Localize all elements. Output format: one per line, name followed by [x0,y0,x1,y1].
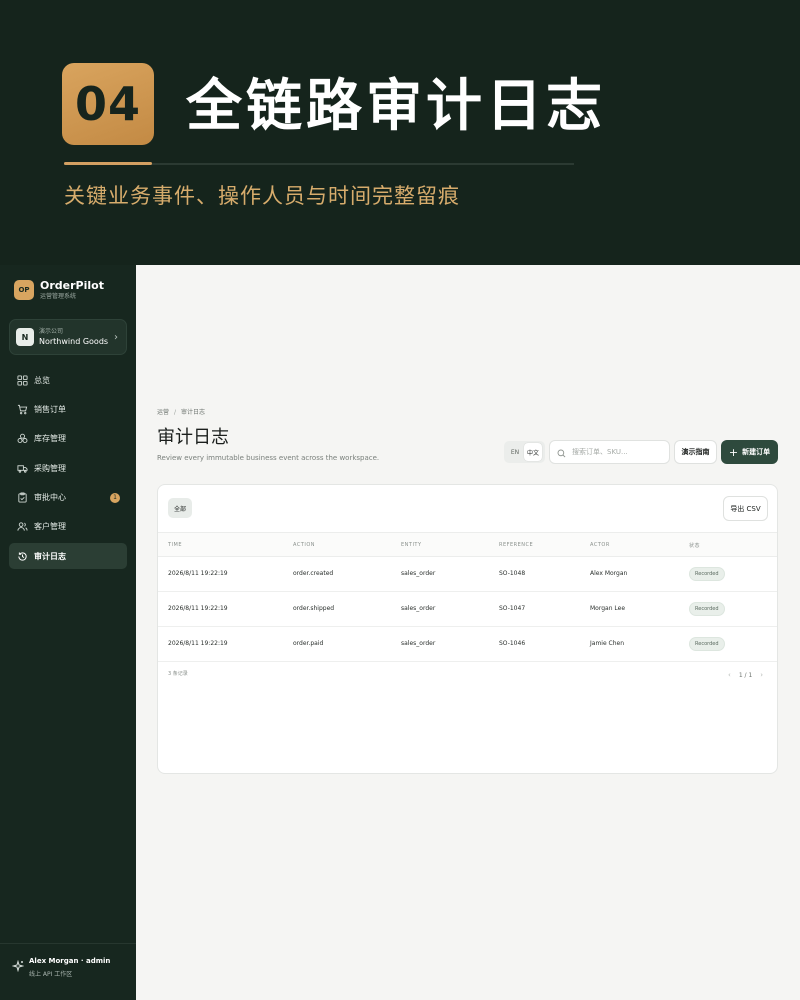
tenant-avatar: N [16,328,34,346]
cell-time: 2026/8/11 19:22:19 [168,640,228,647]
clipboard-icon [16,492,28,504]
sidebar-item-customers[interactable]: 客户管理 [9,514,127,540]
cell-reference: SO-1047 [499,605,526,612]
sparkle-icon [11,957,25,973]
approvals-count-badge: 1 [110,492,120,503]
breadcrumb-separator: / [174,409,177,416]
workspace-label: 线上 API 工作区 [29,971,73,978]
column-header-time: TIME [168,542,183,548]
pagination: ‹ 1 / 1 › [724,671,767,679]
main-content: 运营 / 审计日志 审计日志 Review every immutable busi… [136,265,800,1000]
tenant-label: 演示公司 [39,328,64,335]
hero-divider-accent [64,162,152,165]
search-box[interactable] [549,440,670,464]
cell-actor: Alex Morgan [590,570,628,577]
hero-number: 04 [74,77,141,131]
sidebar-item-label: 总览 [34,375,50,385]
sidebar-item-sales-orders[interactable]: 销售订单 [9,396,127,422]
breadcrumb: 运营 / 审计日志 [157,407,205,416]
export-csv-button[interactable]: 导出 CSV [723,496,768,521]
table-header: TIME ACTION ENTITY REFERENCE ACTOR 状态 [158,532,777,557]
breadcrumb-item-current: 审计日志 [181,409,206,416]
sidebar-item-inventory[interactable]: 库存管理 [9,426,127,452]
next-page-button[interactable]: › [760,671,763,679]
column-header-action: ACTION [293,542,316,548]
filter-chip-all[interactable]: 全部 [168,498,192,518]
sidebar-item-label: 库存管理 [34,434,66,444]
brand-subtitle: 运营管理系统 [40,293,77,300]
cell-reference: SO-1048 [499,570,526,577]
brand[interactable]: OP OrderPilot 运营管理系统 [14,279,104,301]
page-indicator: 1 / 1 [738,671,753,679]
cell-action: order.created [293,570,334,577]
cell-entity: sales_order [401,640,436,647]
new-order-button[interactable]: + 新建订单 [721,440,778,464]
language-toggle: EN 中文 [504,441,545,463]
table-row[interactable]: 2026/8/11 19:22:19 order.shipped sales_o… [158,592,777,627]
cell-reference: SO-1046 [499,640,526,647]
hero-subtitle: 关键业务事件、操作人员与时间完整留痕 [64,184,460,208]
lang-option-zh[interactable]: 中文 [524,443,542,461]
column-header-status: 状态 [689,543,701,549]
tenant-name: Northwind Goods [39,337,109,346]
sidebar: OP OrderPilot 运营管理系统 N 演示公司 Northwind Go… [0,265,136,1000]
sidebar-item-label: 客户管理 [34,522,66,532]
brand-logo: OP [14,280,34,300]
sidebar-item-label: 审批中心 [34,493,66,503]
plus-icon: + [728,445,739,459]
lang-option-en[interactable]: EN [506,443,524,461]
demo-guide-button[interactable]: 演示指南 [674,440,717,464]
dashboard-grid-icon [16,374,28,386]
column-header-entity: ENTITY [401,542,422,548]
column-header-reference: REFERENCE [499,542,534,548]
sidebar-item-audit-log[interactable]: 审计日志 [9,543,127,570]
page-description: Review every immutable business event ac… [157,454,380,462]
users-icon [16,521,28,533]
cell-actor: Morgan Lee [590,605,626,612]
cell-entity: sales_order [401,570,436,577]
truck-icon [16,462,28,474]
prev-page-button[interactable]: ‹ [728,671,731,679]
breadcrumb-item-ops[interactable]: 运营 [157,409,169,416]
new-order-label: 新建订单 [742,448,771,456]
search-input[interactable] [572,448,667,456]
page-title: 审计日志 [157,427,229,448]
sidebar-item-label: 采购管理 [34,463,66,473]
sidebar-item-label: 销售订单 [34,404,66,414]
user-footer[interactable]: Alex Morgan · admin 线上 API 工作区 [0,943,136,1000]
column-header-actor: ACTOR [590,542,610,548]
hero-title: 全链路审计日志 [186,74,606,139]
sidebar-item-approvals[interactable]: 审批中心 1 [9,485,127,511]
brand-name: OrderPilot [40,279,104,292]
sidebar-item-purchasing[interactable]: 采购管理 [9,455,127,481]
hero-banner: 04 全链路审计日志 关键业务事件、操作人员与时间完整留痕 [0,0,800,265]
user-name: Alex Morgan · admin [29,957,111,965]
cart-icon [16,403,28,415]
cell-action: order.shipped [293,605,335,612]
sidebar-nav: 总览 销售订单 库存管理 采购管理 审批中心 1 客户管理 审计日志 [9,367,127,573]
audit-log-card: 全部 导出 CSV TIME ACTION ENTITY REFERENCE A… [157,484,778,774]
cell-time: 2026/8/11 19:22:19 [168,570,228,577]
record-count: 3 条记录 [168,671,188,677]
status-badge: Recorded [689,602,725,616]
chevron-right-icon: › [114,331,118,343]
hero-number-badge: 04 [62,63,154,145]
cell-actor: Jamie Chen [590,640,625,647]
cell-time: 2026/8/11 19:22:19 [168,605,228,612]
history-icon [16,550,28,562]
cell-action: order.paid [293,640,324,647]
sidebar-item-dashboard[interactable]: 总览 [9,367,127,393]
status-badge: Recorded [689,567,725,581]
cell-entity: sales_order [401,605,436,612]
table-row[interactable]: 2026/8/11 19:22:19 order.paid sales_orde… [158,627,777,662]
status-badge: Recorded [689,637,725,651]
search-icon [557,443,566,462]
sidebar-item-label: 审计日志 [34,551,66,561]
tenant-switcher[interactable]: N 演示公司 Northwind Goods › [9,319,127,355]
boxes-icon [16,433,28,445]
table-row[interactable]: 2026/8/11 19:22:19 order.created sales_o… [158,557,777,592]
